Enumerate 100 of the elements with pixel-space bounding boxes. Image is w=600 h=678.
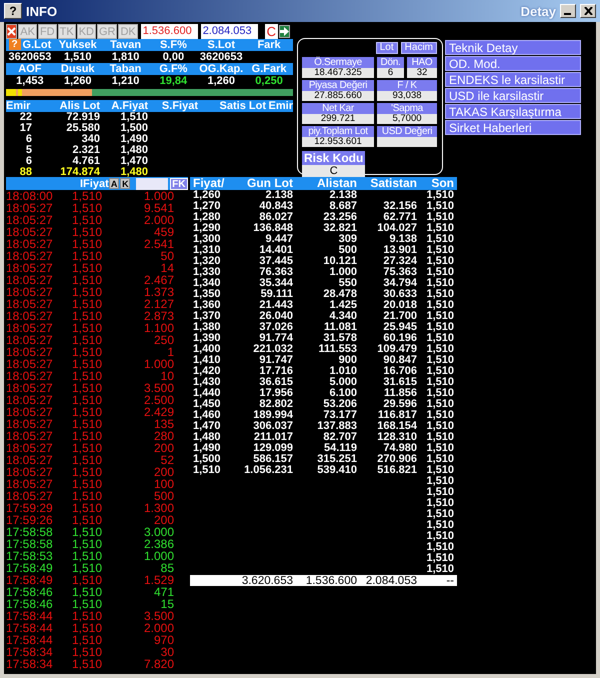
table-cell-text: 1,510: [425, 355, 454, 366]
field-value: 32: [407, 68, 437, 78]
toolbar-tab[interactable]: AK: [18, 24, 37, 39]
column-header: S.Fiyat: [160, 100, 198, 112]
trade-time: 18:05:27: [6, 370, 54, 382]
link-button[interactable]: ENDEKS le karsilastir: [445, 72, 581, 87]
trade-price: 1,510: [72, 358, 104, 370]
table-cell-text: 129.099: [252, 443, 293, 454]
table-cell-text: 53.206: [322, 399, 357, 410]
filter-button[interactable]: FK: [170, 178, 188, 190]
trade-lot: 2.000: [142, 214, 174, 226]
table-cell-text: 1,510: [425, 322, 454, 333]
help-button[interactable]: ?: [4, 3, 22, 19]
link-button[interactable]: OD. Mod.: [445, 56, 581, 71]
table-cell-text: 189.994: [252, 410, 293, 421]
trade-price: 1,510: [72, 478, 104, 490]
table-cell-text: 1,510: [425, 267, 454, 278]
trade-time: 17:58:53: [6, 550, 54, 562]
link-button[interactable]: TAKAS Karşılaştırma: [445, 104, 581, 119]
trade-price: 1,510: [72, 286, 104, 298]
trade-lot: 3.500: [142, 610, 174, 622]
trade-time: 18:05:27: [6, 298, 54, 310]
field-label: Ö.Sermaye: [302, 57, 374, 68]
column-header: IFiyat: [80, 178, 108, 190]
summary-value: 0,00: [162, 51, 186, 63]
table-cell-text: 1,510: [425, 289, 454, 300]
field-label: HAO: [407, 57, 437, 68]
column-header: A.Fiyat: [110, 100, 148, 112]
trade-lot: 85: [160, 562, 174, 574]
table-cell-text: 1,510: [425, 410, 454, 421]
toggle-button[interactable]: Hacim: [400, 42, 437, 54]
summary-label: S.F%: [160, 39, 187, 51]
column-header: Alistan: [316, 177, 357, 190]
trade-price: 1,510: [72, 274, 104, 286]
trade-lot: 2.541: [142, 238, 174, 250]
toolbar-tab[interactable]: FD: [38, 24, 57, 39]
trade-time: 18:05:27: [6, 406, 54, 418]
table-cell-text: 137.883: [316, 421, 357, 432]
table-cell-text: 1,510: [425, 256, 454, 267]
trade-time: 17:58:49: [6, 574, 54, 586]
table-cell-text: 1,310: [193, 245, 222, 256]
trade-time: 18:05:27: [6, 454, 54, 466]
trade-time: 17:58:44: [6, 622, 54, 634]
table-cell-text: 1,510: [425, 388, 454, 399]
sort-button[interactable]: A: [109, 178, 120, 189]
trade-time: 18:05:27: [6, 334, 54, 346]
table-cell-text: 1,510: [425, 542, 454, 553]
table-cell-text: 1,510: [425, 201, 454, 212]
field-label: Dön.: [377, 57, 404, 68]
depth-price: 1,510: [120, 112, 148, 123]
help-button[interactable]: ?: [8, 39, 21, 50]
table-cell-text: 1,350: [193, 289, 222, 300]
summary-value: 1,810: [110, 51, 140, 63]
link-button[interactable]: Sirket Haberleri: [445, 120, 581, 135]
trade-price: 1,510: [72, 382, 104, 394]
trade-price: 1,510: [72, 466, 104, 478]
table-cell-text: 31.578: [322, 333, 357, 344]
toolbar-tab[interactable]: TK: [58, 24, 76, 39]
trade-price: 1,510: [72, 298, 104, 310]
table-cell-text: 1,320: [193, 256, 222, 267]
toolbar-tab[interactable]: DK: [118, 24, 138, 39]
minimize-button[interactable]: [560, 4, 576, 18]
field-value: 299.721: [302, 114, 374, 124]
column-header: Emir: [6, 100, 32, 112]
table-cell-text: 1,510: [425, 212, 454, 223]
link-button[interactable]: Teknik Detay: [445, 40, 581, 55]
trade-time: 17:58:34: [6, 646, 54, 658]
window-title: INFO: [26, 4, 58, 18]
trade-time: 17:58:58: [6, 526, 54, 538]
trade-lot: 1.000: [142, 190, 174, 202]
sort-button[interactable]: K: [120, 178, 130, 189]
trade-lot: 1: [166, 346, 174, 358]
trade-price: 1,510: [72, 202, 104, 214]
link-button[interactable]: USD ile karsilastir: [445, 88, 581, 103]
toggle-button[interactable]: Lot: [376, 42, 398, 54]
close-icon: [584, 7, 592, 15]
trade-price: 1,510: [72, 622, 104, 634]
summary-value: 1,510: [62, 51, 92, 63]
trade-time: 18:05:27: [6, 214, 54, 226]
trade-time: 18:05:27: [6, 322, 54, 334]
summary-label: Dusuk: [60, 63, 96, 75]
table-cell-text: 1,510: [425, 278, 454, 289]
table-cell-text: 73.177: [322, 410, 357, 421]
table-cell-text: 1,510: [425, 421, 454, 432]
field-label: 'Sapma: [377, 103, 437, 114]
table-cell-text: 91.747: [258, 355, 293, 366]
trade-price: 1,510: [72, 226, 104, 238]
close-button[interactable]: [6, 24, 18, 39]
go-button[interactable]: [279, 25, 290, 38]
toolbar-tab[interactable]: KD: [76, 24, 96, 39]
toolbar-tab[interactable]: GR: [96, 24, 118, 39]
table-cell-text: 40.843: [258, 201, 293, 212]
field-value: [377, 137, 437, 147]
trade-time: 18:05:27: [6, 274, 54, 286]
table-cell-text: 31.615: [382, 377, 417, 388]
table-cell-text: 1,510: [425, 245, 454, 256]
filter-field[interactable]: [136, 178, 168, 190]
trade-price: 1,510: [72, 442, 104, 454]
summary-label: Fark: [257, 39, 281, 51]
table-cell-text: 36.615: [258, 377, 293, 388]
